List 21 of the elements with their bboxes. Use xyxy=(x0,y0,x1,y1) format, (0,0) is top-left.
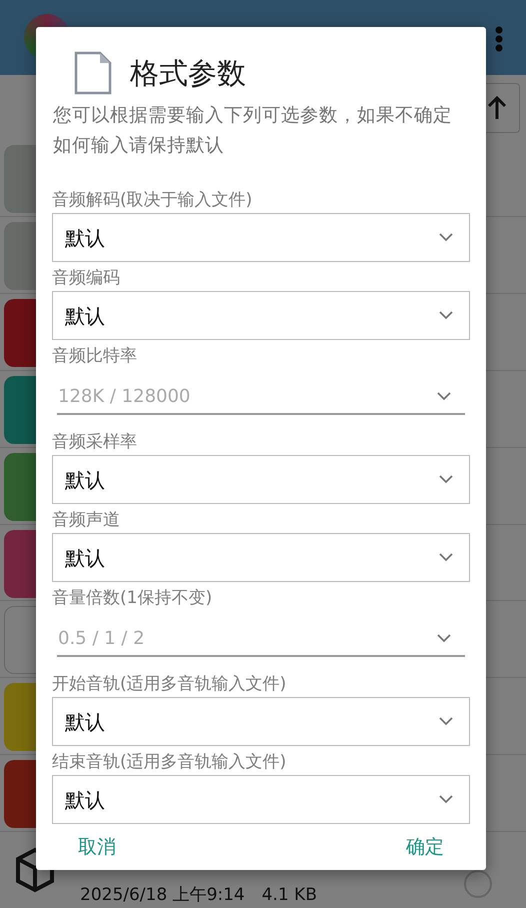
field-label: 音频编码 xyxy=(52,267,121,290)
dropdown[interactable]: 默认 xyxy=(52,697,470,746)
field-label: 音频比特率 xyxy=(52,345,138,368)
dialog-button[interactable]: 确定 xyxy=(390,827,460,868)
dropdown[interactable]: 默认 xyxy=(52,533,470,582)
dialog-title: 格式参数 xyxy=(130,56,246,90)
field-label: 音频声道 xyxy=(52,509,121,532)
field-label: 音频解码(取决于输入文件) xyxy=(52,189,254,212)
input-field[interactable]: 128K / 128000 xyxy=(57,382,437,410)
field-label: 结束音轨(适用多音轨输入文件) xyxy=(52,751,288,774)
field-label: 音频采样率 xyxy=(52,431,138,454)
dropdown[interactable]: 默认 xyxy=(52,455,470,504)
file-meta: 2025/6/18 上午9:14 4.1 KB xyxy=(80,884,317,907)
field-label: 音量倍数(1保持不变) xyxy=(52,587,214,610)
dialog-button[interactable]: 取消 xyxy=(62,827,132,868)
dropdown[interactable]: 默认 xyxy=(52,775,470,824)
input-field[interactable]: 0.5 / 1 / 2 xyxy=(57,624,437,652)
dialog-description: 您可以根据需要输入下列可选参数，如果不确定如何输入请保持默认 xyxy=(53,104,453,158)
field-label: 开始音轨(适用多音轨输入文件) xyxy=(52,673,288,696)
dropdown[interactable]: 默认 xyxy=(52,213,470,262)
dropdown[interactable]: 默认 xyxy=(52,291,470,340)
